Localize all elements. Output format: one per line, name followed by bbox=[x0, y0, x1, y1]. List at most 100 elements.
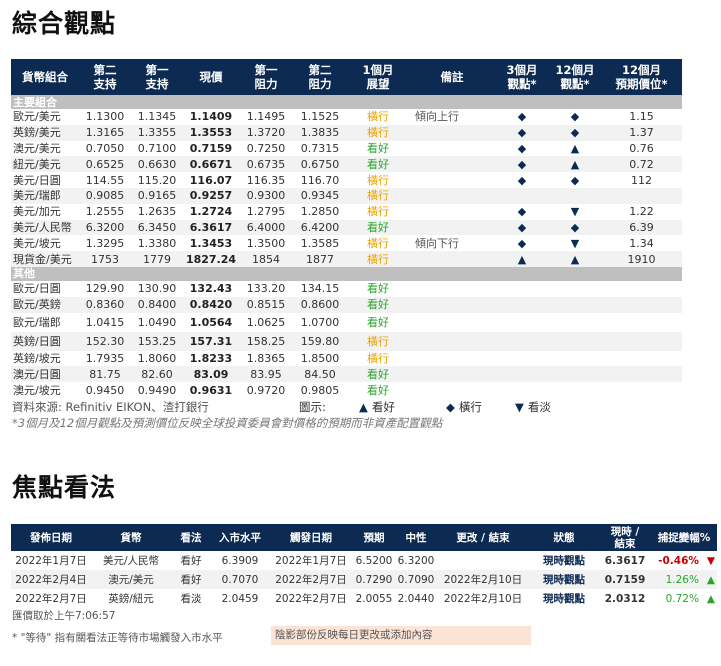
status-link[interactable]: 現時觀點 bbox=[529, 570, 599, 589]
table-row: 美元/瑞郎 0.9085 0.9165 0.9257 0.9300 0.9345 橫行 bbox=[11, 187, 682, 204]
support1-cell: 0.8400 bbox=[131, 296, 183, 313]
resistance1-cell: 1854 bbox=[239, 251, 293, 267]
pair-cell: 澳元/美元 bbox=[91, 570, 171, 589]
resistance1-cell: 1.8365 bbox=[246, 351, 286, 365]
note-cell bbox=[409, 172, 495, 188]
note-cell bbox=[409, 124, 495, 141]
triangle-up-icon: ▲ bbox=[706, 592, 715, 605]
price-cell: 1.3453 bbox=[189, 236, 233, 250]
note-cell: 傾向上行 bbox=[415, 110, 459, 124]
legend-sideways: ◆ 橫行 bbox=[446, 400, 482, 414]
target-cell: 6.39 bbox=[601, 219, 682, 236]
expect-cell: 6.5200 bbox=[355, 554, 393, 567]
resistance1-cell: 1.3500 bbox=[246, 236, 286, 250]
target-cell bbox=[601, 382, 682, 398]
support1-cell: 153.25 bbox=[131, 331, 183, 351]
pair-cell: 澳元/日圓 bbox=[11, 366, 79, 383]
pair-cell: 美元/日圓 bbox=[13, 173, 61, 187]
outlook-cell: 橫行 bbox=[367, 351, 389, 365]
date-cell: 2022年2月7日 bbox=[15, 593, 87, 605]
outlook-cell: 橫行 bbox=[367, 236, 389, 250]
view-3m-cell: ◆ bbox=[517, 110, 527, 124]
entry-cell: 6.3909 bbox=[221, 554, 259, 567]
view-3m-cell: ◆ bbox=[495, 124, 549, 141]
legend-bullish: ▲ 看好 bbox=[359, 400, 395, 414]
table-row: 美元/人民幣 6.3200 6.3450 6.3617 6.4000 6.4200 看好 ◆ ◆… bbox=[11, 219, 682, 236]
table-row: 美元/日圓 114.55 115.20 116.07 116.35 116.70 橫行 ◆ ◆ 1… bbox=[11, 172, 682, 188]
support1-cell: 0.7100 bbox=[137, 141, 177, 155]
support1-cell: 1.0490 bbox=[137, 315, 177, 329]
support2-cell: 0.7050 bbox=[85, 141, 125, 155]
resistance2-cell: 0.7315 bbox=[300, 141, 340, 155]
resistance1-cell: 0.9720 bbox=[246, 383, 286, 397]
column-header: 3個月 觀點* bbox=[495, 59, 549, 95]
note-cell bbox=[409, 219, 495, 236]
focus-title: 焦點看法 bbox=[12, 473, 117, 502]
change-pct-value: 0.72% bbox=[665, 592, 699, 605]
view-3m-cell bbox=[495, 313, 549, 332]
table-row: 紐元/美元 0.6525 0.6630 0.6671 0.6735 0.6750 看好 ◆ ▲ 0… bbox=[11, 156, 682, 173]
price-cell: 116.07 bbox=[189, 173, 233, 187]
target-cell bbox=[601, 331, 682, 351]
support2-cell: 152.30 bbox=[79, 331, 131, 351]
resistance2-cell: 1.3585 bbox=[300, 236, 340, 250]
status-link[interactable]: 現時觀點 bbox=[529, 551, 599, 570]
price-cell: 1827.24 bbox=[183, 251, 239, 267]
column-header: 更改 / 結束 bbox=[437, 524, 529, 551]
price-cell: 132.43 bbox=[189, 282, 233, 296]
table-row: 2022年2月4日 澳元/美元 看好 0.7070 2022年2月7日 0.7290 0.7… bbox=[11, 570, 717, 589]
view-12m-cell: ▲ bbox=[570, 141, 580, 155]
support2-cell: 114.55 bbox=[85, 173, 125, 187]
table-row: 美元/坡元 1.3295 1.3380 1.3453 1.3500 1.3585 橫行 傾向下… bbox=[11, 235, 682, 251]
change-pct-cell: 0.72% ▲ bbox=[651, 589, 717, 608]
status-link[interactable]: 現時觀點 bbox=[529, 589, 599, 608]
column-header: 12個月 觀點* bbox=[549, 59, 601, 95]
outlook-cell: 看好 bbox=[367, 282, 389, 296]
outlook-cell: 看好 bbox=[367, 315, 389, 329]
resistance1-cell: 116.35 bbox=[246, 173, 286, 187]
note-cell bbox=[409, 382, 495, 398]
table-row: 2022年2月7日 英鎊/紐元 看淡 2.0459 2022年2月7日 2.0055 2.0… bbox=[11, 589, 717, 608]
change-pct-value: 1.26% bbox=[665, 573, 699, 586]
expect-cell: 2.0055 bbox=[355, 592, 393, 605]
view-3m-cell: ◆ bbox=[517, 141, 527, 155]
triangle-up-icon: ▲ bbox=[359, 400, 368, 414]
support2-cell: 1.3165 bbox=[79, 124, 131, 141]
focus-table: 發佈日期 貨幣 看法 入市水平 觸發日期 預期 中性 更改 / 結束 狀態 現時 / 結束 捕捉變幅%… bbox=[11, 524, 717, 608]
outlook-cell: 看好 bbox=[367, 141, 389, 155]
table-row: 英鎊/坡元 1.7935 1.8060 1.8233 1.8365 1.8500 橫行 bbox=[11, 351, 682, 367]
pair-cell: 澳元/坡元 bbox=[13, 383, 61, 397]
support2-cell: 129.90 bbox=[85, 282, 125, 296]
support1-cell: 1.3355 bbox=[131, 124, 183, 141]
resistance1-cell: 0.9300 bbox=[239, 187, 293, 204]
target-cell: 1.22 bbox=[629, 205, 654, 219]
resistance2-cell: 0.8600 bbox=[293, 296, 347, 313]
view-12m-cell bbox=[549, 382, 601, 398]
support1-cell: 6.3450 bbox=[131, 219, 183, 236]
expect-cell: 0.7290 bbox=[353, 570, 395, 589]
view-3m-cell bbox=[495, 281, 549, 297]
table-row: 歐元/日圓 129.90 130.90 132.43 133.20 134.15 看好 bbox=[11, 281, 682, 297]
price-cell: 83.09 bbox=[183, 366, 239, 383]
view-cell: 看好 bbox=[180, 555, 202, 567]
target-cell: 1.37 bbox=[601, 124, 682, 141]
resistance1-cell: 1.3720 bbox=[239, 124, 293, 141]
change-pct: 0.72% ▲ bbox=[651, 593, 717, 605]
column-header: 發佈日期 bbox=[11, 524, 91, 551]
pair-cell: 歐元/美元 bbox=[13, 110, 61, 124]
pair-cell: 現貨金/美元 bbox=[11, 251, 79, 267]
price-cell: 0.6671 bbox=[183, 156, 239, 173]
view-3m-cell: ◆ bbox=[517, 205, 527, 219]
resistance1-cell: 1.0625 bbox=[246, 315, 286, 329]
column-header: 12個月 預期價位* bbox=[601, 59, 682, 95]
resistance1-cell: 1.1495 bbox=[246, 110, 286, 124]
support1-cell: 1.2635 bbox=[137, 205, 177, 219]
entry-cell: 0.7070 bbox=[211, 570, 269, 589]
view-12m-cell: ◆ bbox=[570, 110, 580, 124]
table-row: 澳元/美元 0.7050 0.7100 0.7159 0.7250 0.7315 看好 ◆ ▲ 0… bbox=[11, 141, 682, 157]
outlook-cell: 看好 bbox=[347, 156, 409, 173]
view-12m-cell: ▼ bbox=[570, 236, 580, 250]
view-3m-cell bbox=[495, 187, 549, 204]
view-3m-cell bbox=[495, 351, 549, 367]
note-cell bbox=[409, 331, 495, 351]
